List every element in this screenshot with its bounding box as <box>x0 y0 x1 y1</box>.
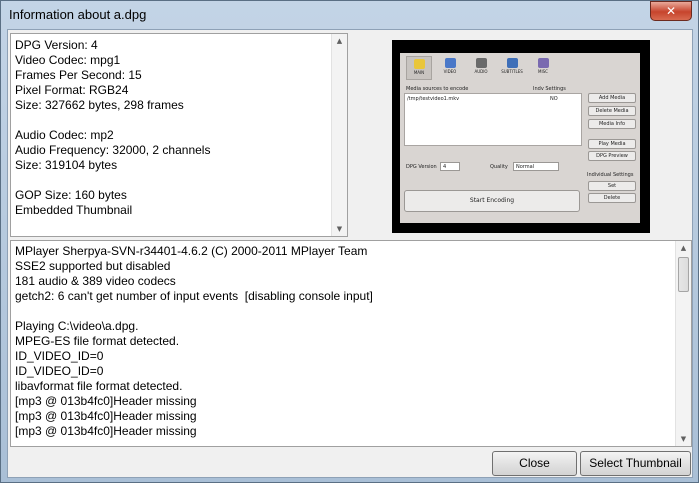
thumb-delete-button: Delete <box>588 193 636 203</box>
thumbnail-panel: MAIN VIDEO AUDIO SUBTITLES MISC Media source… <box>349 33 692 237</box>
thumb-add-media-button: Add Media <box>588 93 636 103</box>
title-bar: Information about a.dpg ✕ <box>1 1 698 29</box>
thumb-dpg-version-select: 4 <box>440 162 460 171</box>
info-line: GOP Size: 160 bytes <box>15 188 127 202</box>
thumb-quality-label: Quality <box>490 164 508 170</box>
mplayer-log-text: MPlayer Sherpya-SVN-r34401-4.6.2 (C) 200… <box>15 244 373 439</box>
thumb-set-button: Set <box>588 181 636 191</box>
scroll-down-icon[interactable]: ▼ <box>332 222 347 236</box>
log-line: MPEG-ES file format detected. <box>15 334 180 348</box>
info-line: Size: 327662 bytes, 298 frames <box>15 98 184 112</box>
scroll-down-icon[interactable]: ▼ <box>676 432 691 446</box>
log-line: Playing C:\video\a.dpg. <box>15 319 139 333</box>
log-line: [mp3 @ 013b4fc0]Header missing <box>15 424 197 438</box>
scroll-up-icon[interactable]: ▲ <box>332 34 347 48</box>
speaker-icon <box>475 58 487 68</box>
info-scrollbar[interactable]: ▲ ▼ <box>331 34 347 236</box>
thumb-tab-subtitles: SUBTITLES <box>499 56 525 80</box>
star-icon <box>413 59 425 69</box>
thumb-tab-label: SUBTITLES <box>501 69 523 74</box>
log-line: [mp3 @ 013b4fc0]Header missing <box>15 409 197 423</box>
close-button[interactable]: Close <box>492 451 577 476</box>
info-line <box>15 113 210 128</box>
thumb-play-media-button: Play Media <box>588 139 636 149</box>
thumbnail-app-screenshot: MAIN VIDEO AUDIO SUBTITLES MISC Media source… <box>400 53 640 223</box>
log-line: ID_VIDEO_ID=0 <box>15 349 104 363</box>
thumb-list-item: /tmp/testvideo1.mkv <box>407 96 460 102</box>
log-scroll-thumb[interactable] <box>678 257 689 292</box>
thumb-tab-label: AUDIO <box>474 69 488 74</box>
dialog-client: DPG Version: 4 Video Codec: mpg1 Frames Pe… <box>7 29 693 478</box>
info-line <box>15 173 210 188</box>
dialog-window: Information about a.dpg ✕ DPG Version: 4… <box>0 0 699 483</box>
dpg-info-text: DPG Version: 4 Video Codec: mpg1 Frames Pe… <box>15 38 210 218</box>
window-close-button[interactable]: ✕ <box>650 1 692 21</box>
log-line: ID_VIDEO_ID=0 <box>15 364 104 378</box>
select-thumbnail-button[interactable]: Select Thumbnail <box>580 451 691 476</box>
thumb-tab-main: MAIN <box>406 56 432 80</box>
log-line: MPlayer Sherpya-SVN-r34401-4.6.2 (C) 200… <box>15 244 368 258</box>
info-line: Pixel Format: RGB24 <box>15 83 129 97</box>
thumb-indv-label: Indv Settings <box>533 86 566 92</box>
thumb-tab-video: VIDEO <box>437 56 463 80</box>
dpg-info-textbox[interactable]: DPG Version: 4 Video Codec: mpg1 Frames Pe… <box>10 33 348 237</box>
info-line: Audio Frequency: 32000, 2 channels <box>15 143 211 157</box>
log-line: 181 audio & 389 video codecs <box>15 274 176 288</box>
log-line: getch2: 6 can't get number of input even… <box>15 289 373 303</box>
log-line: libavformat file format detected. <box>15 379 183 393</box>
thumb-media-info-button: Media Info <box>588 119 636 129</box>
thumb-list-item-setting: NO <box>550 96 558 102</box>
info-line: Embedded Thumbnail <box>15 203 133 217</box>
close-icon: ✕ <box>665 4 677 18</box>
thumb-quality-select: Normal <box>513 162 559 171</box>
info-line: DPG Version: 4 <box>15 38 98 52</box>
thumb-tab-label: MISC <box>538 69 548 74</box>
window-title: Information about a.dpg <box>9 7 147 22</box>
thumbnail-image: MAIN VIDEO AUDIO SUBTITLES MISC Media source… <box>392 40 650 233</box>
info-line: Size: 319104 bytes <box>15 158 118 172</box>
info-line: Frames Per Second: 15 <box>15 68 142 82</box>
info-line: Video Codec: mpg1 <box>15 53 121 67</box>
log-line: SSE2 supported but disabled <box>15 259 171 273</box>
thumb-delete-media-button: Delete Media <box>588 106 636 116</box>
thumb-start-encoding-button: Start Encoding <box>404 190 580 212</box>
thumb-media-list: /tmp/testvideo1.mkv NO <box>404 93 582 146</box>
log-scrollbar[interactable]: ▲ ▼ <box>675 241 691 446</box>
thumb-dpg-version-label: DPG Version <box>406 164 437 170</box>
thumb-tab-label: VIDEO <box>443 69 457 74</box>
thumb-tab-misc: MISC <box>530 56 556 80</box>
misc-icon <box>537 58 549 68</box>
thumb-individual-settings-label: Individual Settings <box>587 172 634 178</box>
log-line: [mp3 @ 013b4fc0]Header missing <box>15 394 197 408</box>
thumb-tab-label: MAIN <box>413 70 425 75</box>
thumb-tab-audio: AUDIO <box>468 56 494 80</box>
thumb-dpg-preview-button: DPG Preview <box>588 151 636 161</box>
monitor-icon <box>444 58 456 68</box>
mplayer-log-textbox[interactable]: MPlayer Sherpya-SVN-r34401-4.6.2 (C) 200… <box>10 240 692 447</box>
info-line: Audio Codec: mp2 <box>15 128 114 142</box>
thumb-media-label: Media sources to encode <box>406 86 469 92</box>
subtitles-icon <box>506 58 518 68</box>
scroll-up-icon[interactable]: ▲ <box>676 241 691 255</box>
